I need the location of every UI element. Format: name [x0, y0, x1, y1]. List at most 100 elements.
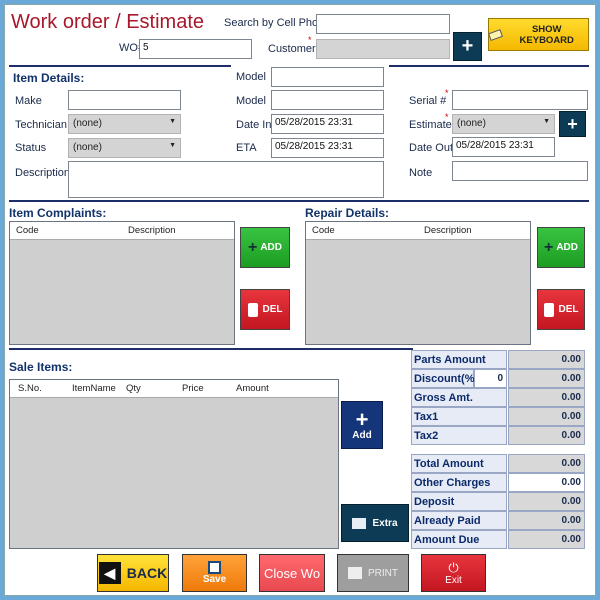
add-complaint-button[interactable]: + ADD [240, 227, 290, 268]
tax1-label: Tax1 [411, 407, 507, 426]
extra-label: Extra [372, 517, 398, 529]
delete-complaint-button[interactable]: DEL [240, 289, 290, 330]
print-button[interactable]: PRINT [337, 554, 409, 592]
date-in-input[interactable]: 05/28/2015 23:31 [271, 114, 384, 134]
eta-label: ETA [236, 142, 257, 154]
other-charges-label: Other Charges [411, 473, 507, 492]
add-customer-button[interactable]: + [453, 32, 482, 61]
technician-select[interactable]: (none) ▼ [68, 114, 181, 134]
column-itemname: ItemName [72, 383, 116, 394]
parts-amount-row: Parts Amount 0.00 [411, 350, 585, 369]
already-paid-value: 0.00 [508, 511, 585, 530]
page-title: Work order / Estimate [11, 11, 205, 33]
tax2-value: 0.00 [508, 426, 585, 445]
total-value: 0.00 [508, 454, 585, 473]
close-wo-button[interactable]: Close Wo [259, 554, 325, 592]
date-in-label: Date In [236, 119, 272, 131]
search-label: Search by Cell Phone [224, 17, 331, 29]
floppy-icon [208, 561, 221, 574]
customer-select[interactable] [316, 39, 450, 59]
save-button[interactable]: Save [182, 554, 247, 592]
date-out-input[interactable]: 05/28/2015 23:31 [452, 137, 555, 157]
del-label: DEL [262, 304, 283, 315]
sale-items-heading: Sale Items: [9, 360, 73, 374]
amount-due-label: Amount Due [411, 530, 507, 549]
back-label: BACK [126, 565, 168, 581]
discount-percent-input[interactable]: 0 [474, 369, 507, 388]
add-estimate-button[interactable]: + [559, 111, 586, 137]
trash-icon [543, 302, 554, 317]
discount-label: Discount(%) [411, 369, 478, 388]
work-order-window: Work order / Estimate WO# 5 Search by Ce… [4, 4, 596, 596]
date-out-label: Date Out [409, 142, 454, 154]
del-label: DEL [558, 304, 579, 315]
section-divider [9, 200, 589, 202]
repair-grid[interactable]: Code Description [305, 221, 531, 345]
add-label: ADD [260, 242, 282, 253]
other-charges-row: Other Charges 0.00 [411, 473, 585, 492]
description-input[interactable] [68, 161, 384, 198]
add-sale-item-button[interactable]: + Add [341, 401, 383, 449]
column-sno: S.No. [18, 383, 42, 394]
make-label: Make [15, 95, 42, 107]
add-sale-label: Add [352, 429, 372, 441]
plus-icon: + [461, 35, 474, 57]
delete-repair-button[interactable]: DEL [537, 289, 585, 330]
plus-icon: + [355, 406, 369, 432]
dropdown-arrow-icon: ▼ [543, 118, 550, 125]
complaints-grid[interactable]: Code Description [9, 221, 235, 345]
gross-label: Gross Amt. [411, 388, 507, 407]
grid-header: Code Description [10, 222, 234, 240]
estimate-value: (none) [457, 118, 486, 129]
already-paid-row: Already Paid 0.00 [411, 511, 585, 530]
make-input[interactable] [68, 90, 181, 110]
serial-label: Serial # [409, 95, 447, 107]
wo-number-field[interactable]: 5 [139, 39, 252, 59]
total-label: Total Amount [411, 454, 507, 473]
printer-icon [348, 567, 362, 579]
section-divider [9, 348, 413, 350]
status-select[interactable]: (none) ▼ [68, 138, 181, 158]
keyboard-icon [488, 28, 504, 41]
total-row: Total Amount 0.00 [411, 454, 585, 473]
required-mark: * [445, 88, 449, 98]
model-input-2[interactable] [271, 90, 384, 110]
serial-input[interactable] [452, 90, 588, 110]
estimate-select[interactable]: (none) ▼ [452, 114, 555, 134]
amount-due-value: 0.00 [508, 530, 585, 549]
column-amount: Amount [236, 383, 269, 394]
folder-plus-icon [352, 517, 367, 529]
keyboard-button-label: SHOW KEYBOARD [519, 23, 574, 46]
sale-items-grid[interactable]: S.No. ItemName Qty Price Amount [9, 379, 339, 549]
column-code: Code [16, 225, 39, 236]
print-label: PRINT [368, 567, 398, 579]
tax1-row: Tax1 0.00 [411, 407, 585, 426]
plus-icon: + [567, 113, 578, 134]
required-mark: * [308, 35, 312, 45]
deposit-label: Deposit [411, 492, 507, 511]
add-repair-button[interactable]: + ADD [537, 227, 585, 268]
already-paid-label: Already Paid [411, 511, 507, 530]
parts-amount-label: Parts Amount [411, 350, 507, 369]
dropdown-arrow-icon: ▼ [169, 118, 176, 125]
gross-row: Gross Amt. 0.00 [411, 388, 585, 407]
status-value: (none) [73, 142, 102, 153]
search-phone-input[interactable] [316, 14, 450, 34]
back-button[interactable]: ◀ BACK [97, 554, 169, 592]
gross-value: 0.00 [508, 388, 585, 407]
eta-input[interactable]: 05/28/2015 23:31 [271, 138, 384, 158]
exit-button[interactable]: ⏻ Exit [421, 554, 486, 592]
description-label: Description [15, 167, 71, 179]
show-keyboard-button[interactable]: SHOW KEYBOARD [488, 18, 589, 51]
model-label-1: Model [236, 71, 266, 83]
column-qty: Qty [126, 383, 141, 394]
model-input-1[interactable] [271, 67, 384, 87]
other-charges-input[interactable]: 0.00 [508, 473, 585, 492]
column-price: Price [182, 383, 204, 394]
extra-button[interactable]: Extra [341, 504, 409, 542]
grid-header: S.No. ItemName Qty Price Amount [10, 380, 338, 398]
note-input[interactable] [452, 161, 588, 181]
plus-icon: + [543, 238, 554, 256]
column-description: Description [424, 225, 472, 236]
grid-header: Code Description [306, 222, 530, 240]
